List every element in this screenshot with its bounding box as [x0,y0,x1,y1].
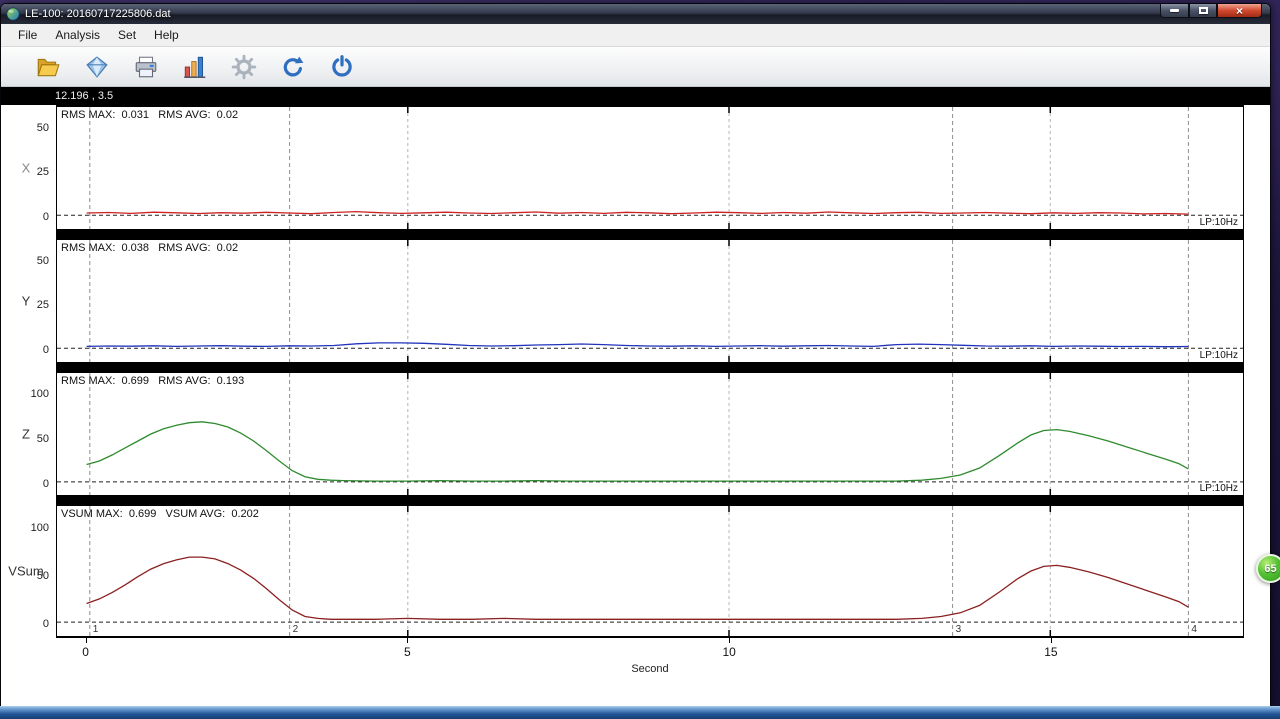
plot-canvas: 1 2 3 4 [57,506,1243,636]
maximize-button[interactable] [1189,4,1217,18]
y-axis-tick-label: 50 [37,122,49,134]
plot-vsum[interactable]: 1 2 3 4 VSUM MAX: 0.699 VSUM AVG: 0.202 [56,504,1244,638]
open-file-button[interactable] [31,51,65,83]
x-axis-tick [729,638,730,643]
refresh-button[interactable] [276,51,310,83]
lowpass-filter-label: LP:10Hz [1200,350,1238,361]
y-axis-gutter: VSum 100500 [1,504,56,638]
plot-x[interactable]: RMS MAX: 0.031 RMS AVG: 0.02 LP:10Hz [56,105,1244,231]
x-axis-tick [86,638,87,643]
title-bar[interactable]: LE-100: 20160717225806.dat × [1,4,1270,24]
lowpass-filter-label: LP:10Hz [1200,483,1238,494]
close-icon: × [1236,5,1243,17]
menu-set[interactable]: Set [109,25,145,45]
export-data-button[interactable] [80,51,114,83]
x-axis-tick-label: 15 [1044,645,1057,659]
app-window: LE-100: 20160717225806.dat × File Analys… [0,3,1271,706]
plot-separator [56,364,1244,371]
plot-canvas [57,240,1243,362]
diamond-icon [84,54,110,80]
y-axis-tick-label: 0 [43,211,49,223]
chart-view-button[interactable] [178,51,212,83]
folder-open-icon [35,54,61,80]
taskbar[interactable] [0,706,1280,719]
settings-button[interactable] [227,51,261,83]
power-icon [329,54,355,80]
rms-stats: RMS MAX: 0.031 RMS AVG: 0.02 [61,109,238,121]
window-title: LE-100: 20160717225806.dat [25,8,171,20]
y-axis-tick-label: 0 [43,478,49,490]
plot-client-area: 12.196 , 3.5 X 50250 RMS MAX: 0.031 RMS … [1,87,1270,707]
y-axis-tick-label: 0 [43,618,49,630]
menu-bar: File Analysis Set Help [1,24,1270,47]
minimize-icon [1170,9,1179,12]
channel-row-y: Y 50250 RMS MAX: 0.038 RMS AVG: 0.02 LP:… [1,238,1270,364]
y-axis-gutter: X 50250 [1,105,56,231]
plot-z[interactable]: RMS MAX: 0.699 RMS AVG: 0.193 LP:10Hz [56,371,1244,497]
refresh-icon [280,54,306,80]
maximize-icon [1199,7,1208,14]
window-controls: × [1160,4,1262,18]
plot-y[interactable]: RMS MAX: 0.038 RMS AVG: 0.02 LP:10Hz [56,238,1244,364]
x-axis-tick-label: 5 [404,645,411,659]
app-icon [6,7,20,21]
printer-icon [133,54,159,80]
channel-row-z: Z 100500 RMS MAX: 0.699 RMS AVG: 0.193 L… [1,371,1270,497]
bar-chart-icon [182,54,208,80]
svg-text:1: 1 [93,624,99,635]
y-axis-tick-label: 100 [31,388,49,400]
x-axis-tick-label: 10 [722,645,735,659]
gear-icon [231,54,257,80]
plot-canvas [57,373,1243,495]
channel-row-vsum: VSum 100500 1234 VSUM MAX: 0.699 VSUM AV… [1,504,1270,638]
toolbar [1,47,1270,87]
x-axis: Second 0 5 10 15 [56,638,1244,686]
rms-stats: RMS MAX: 0.038 RMS AVG: 0.02 [61,242,238,254]
y-axis-tick-label: 25 [37,166,49,178]
svg-text:2: 2 [293,624,299,635]
badge-value: 65 [1264,563,1276,575]
y-axis-tick-label: 25 [37,299,49,311]
y-axis-tick-label: 50 [37,255,49,267]
y-axis-tick-label: 100 [31,522,49,534]
x-axis-tick-label: 0 [82,645,89,659]
close-button[interactable]: × [1217,4,1262,18]
menu-help[interactable]: Help [145,25,188,45]
channel-row-x: X 50250 RMS MAX: 0.031 RMS AVG: 0.02 LP:… [1,105,1270,231]
svg-text:3: 3 [956,624,962,635]
power-button[interactable] [325,51,359,83]
y-axis-tick-label: 50 [37,570,49,582]
menu-file[interactable]: File [9,25,46,45]
x-axis-tick [1051,638,1052,643]
svg-text:4: 4 [1191,624,1197,635]
desktop-badge[interactable]: 65 [1256,554,1280,583]
plot-separator [56,497,1244,504]
y-axis-gutter: Y 50250 [1,238,56,364]
plot-canvas [57,107,1243,229]
plot-separator [56,231,1244,238]
lowpass-filter-label: LP:10Hz [1200,217,1238,228]
minimize-button[interactable] [1160,4,1189,18]
print-button[interactable] [129,51,163,83]
menu-analysis[interactable]: Analysis [46,25,109,45]
x-axis-title: Second [56,663,1244,675]
y-axis-tick-label: 0 [43,344,49,356]
cursor-readout: 12.196 , 3.5 [1,87,1270,105]
y-axis-gutter: Z 100500 [1,371,56,497]
y-axis-tick-label: 50 [37,433,49,445]
x-axis-tick [407,638,408,643]
vsum-stats: VSUM MAX: 0.699 VSUM AVG: 0.202 [61,508,259,520]
rms-stats: RMS MAX: 0.699 RMS AVG: 0.193 [61,375,244,387]
